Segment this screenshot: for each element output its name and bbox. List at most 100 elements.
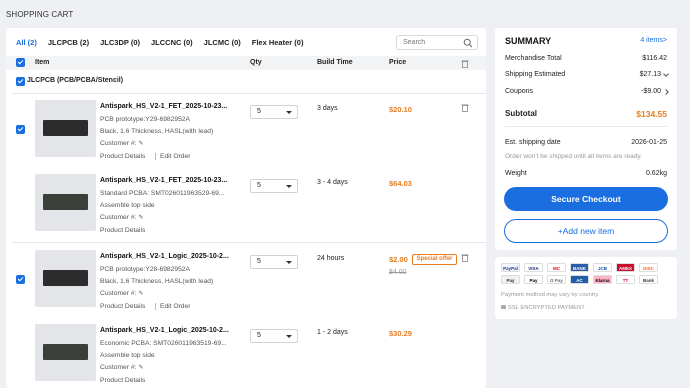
qty-select[interactable]: 5 xyxy=(250,329,298,343)
est-date-label: Est. shipping date xyxy=(505,139,561,146)
cart-item-row: Antispark_HS_V2-1_FET_2025-10-23... PCB p… xyxy=(6,93,486,178)
search-icon[interactable] xyxy=(463,38,473,48)
item-name[interactable]: Antispark_HS_V2-1_Logic_2025-10-2... xyxy=(100,327,229,334)
pcb-image xyxy=(43,120,88,136)
header-price: Price xyxy=(389,59,407,66)
header-build-time: Build Time xyxy=(317,59,353,66)
merch-total-value: $116.42 xyxy=(642,55,667,62)
summary-count-link[interactable]: 4 items> xyxy=(640,37,667,44)
shipping-chevron-icon[interactable] xyxy=(663,71,669,77)
customer-field[interactable]: Customer #: ✎ xyxy=(100,364,143,371)
payment-logo-icon: Pay xyxy=(524,275,543,284)
product-details-link[interactable]: Product Details xyxy=(100,303,145,310)
item-price-old: $4.00 xyxy=(389,269,407,276)
item-name[interactable]: Antispark_HS_V2-1_FET_2025-10-23... xyxy=(100,177,227,184)
item-checkbox[interactable] xyxy=(16,275,25,284)
delete-item-icon[interactable] xyxy=(461,103,469,112)
customer-label: Customer #: xyxy=(100,140,137,147)
item-price: $20.10 xyxy=(389,105,412,114)
coupons-chevron-icon[interactable] xyxy=(663,89,669,95)
tab-1[interactable]: JLCPCB (2) xyxy=(48,38,89,50)
item-price: $2.00 xyxy=(389,255,408,264)
subtotal-label: Subtotal xyxy=(505,109,537,118)
coupons-value: -$9.00 xyxy=(641,88,661,95)
customer-field[interactable]: Customer #: ✎ xyxy=(100,140,143,147)
qty-value: 5 xyxy=(257,258,261,265)
tab-3[interactable]: JLCCNC (0) xyxy=(151,38,193,50)
customer-field[interactable]: Customer #: ✎ xyxy=(100,214,143,221)
customer-field[interactable]: Customer #: ✎ xyxy=(100,290,143,297)
ssl-text: SSL ENCRYPTED PAYMENT xyxy=(508,305,585,311)
product-details-link[interactable]: Product Details xyxy=(100,227,145,234)
customer-label: Customer #: xyxy=(100,214,137,221)
item-price: $30.29 xyxy=(389,329,412,338)
pencil-icon[interactable]: ✎ xyxy=(138,140,143,147)
qty-select[interactable]: 5 xyxy=(250,255,298,269)
payment-logo-icon: JCB xyxy=(593,263,612,272)
payment-logo-icon: PayPal xyxy=(501,263,520,272)
payment-methods-panel: PayPal VISA MC BANK JCB AMEX DISC Pay Pay G Pay AC… xyxy=(495,257,677,319)
search-box[interactable] xyxy=(396,35,478,50)
payment-logo-icon: TT xyxy=(616,275,635,284)
weight-value: 0.62kg xyxy=(645,170,667,177)
tab-5[interactable]: Flex Heater (0) xyxy=(252,38,304,50)
pcb-image xyxy=(43,344,88,360)
item-checkbox[interactable] xyxy=(16,125,25,134)
payment-logo-icon: AMEX xyxy=(616,263,635,272)
link-separator xyxy=(155,303,156,310)
merch-total-row: Merchandise Total $116.42 xyxy=(505,55,667,65)
payment-logo-icon: Klarna xyxy=(593,275,612,284)
tab-4[interactable]: JLCMC (0) xyxy=(204,38,241,50)
shipping-row[interactable]: Shipping Estimated $27.13 xyxy=(505,71,669,81)
payment-logo-icon: DISC xyxy=(639,263,658,272)
delete-item-icon[interactable] xyxy=(461,253,469,262)
product-thumbnail xyxy=(35,324,96,381)
product-details-link[interactable]: Product Details xyxy=(100,377,145,384)
item-spec-2: Black, 1.6 Thickness, HASL(with lead) xyxy=(100,128,214,135)
product-details-link[interactable]: Product Details xyxy=(100,153,145,160)
delete-all-icon[interactable] xyxy=(461,59,469,68)
qty-select[interactable]: 5 xyxy=(250,105,298,119)
chevron-down-icon xyxy=(286,261,292,264)
item-spec-1: Standard PCBA: SMT026011963529-69... xyxy=(100,190,225,197)
build-time: 3 days xyxy=(317,105,338,112)
tab-2[interactable]: JLC3DP (0) xyxy=(100,38,140,50)
item-name[interactable]: Antispark_HS_V2-1_FET_2025-10-23... xyxy=(100,103,227,110)
edit-order-link[interactable]: Edit Order xyxy=(160,303,190,310)
group-checkbox[interactable] xyxy=(16,77,25,86)
row-divider xyxy=(12,93,486,94)
item-name[interactable]: Antispark_HS_V2-1_Logic_2025-10-2... xyxy=(100,253,229,260)
payment-logo-icon: G Pay xyxy=(547,275,566,284)
pencil-icon[interactable]: ✎ xyxy=(138,290,143,297)
search-input[interactable] xyxy=(397,36,461,49)
subtotal-row: Subtotal $134.55 xyxy=(505,109,667,119)
coupons-row[interactable]: Coupons -$9.00 xyxy=(505,88,669,98)
qty-select[interactable]: 5 xyxy=(250,179,298,193)
pencil-icon[interactable]: ✎ xyxy=(138,214,143,221)
cart-item-row: Antispark_HS_V2-1_Logic_2025-10-2... PCB … xyxy=(6,242,486,328)
item-spec-1: PCB prototype:Y29-6982952A xyxy=(100,116,190,123)
shipping-value: $27.13 xyxy=(639,71,661,78)
payment-logo-icon: AC xyxy=(570,275,589,284)
cart-panel: All (2) JLCPCB (2) JLC3DP (0) JLCCNC (0) JLC… xyxy=(6,28,486,388)
payment-logo-icon: Bank xyxy=(639,275,658,284)
pencil-icon[interactable]: ✎ xyxy=(138,364,143,371)
tab-0[interactable]: All (2) xyxy=(16,38,37,50)
customer-label: Customer #: xyxy=(100,364,137,371)
payment-note: Payment method may vary by country. xyxy=(501,292,600,298)
item-spec-1: Economic PCBA: SMT026011963519-69... xyxy=(100,340,227,347)
edit-order-link[interactable]: Edit Order xyxy=(160,153,190,160)
chevron-down-icon xyxy=(286,111,292,114)
add-new-item-button[interactable]: +Add new item xyxy=(504,219,668,243)
row-divider xyxy=(12,242,486,243)
build-time: 24 hours xyxy=(317,255,345,262)
payment-logo-icon: MC xyxy=(547,263,566,272)
select-all-checkbox[interactable] xyxy=(16,58,25,67)
build-time: 1 - 2 days xyxy=(317,329,348,336)
item-spec-2: Assemble top side xyxy=(100,202,155,209)
subtotal-value: $134.55 xyxy=(636,109,667,119)
secure-checkout-button[interactable]: Secure Checkout xyxy=(504,187,668,211)
header-item: Item xyxy=(35,59,50,66)
summary-panel: SUMMARY 4 items> Merchandise Total $116.… xyxy=(495,28,677,250)
pcb-image xyxy=(43,194,88,210)
